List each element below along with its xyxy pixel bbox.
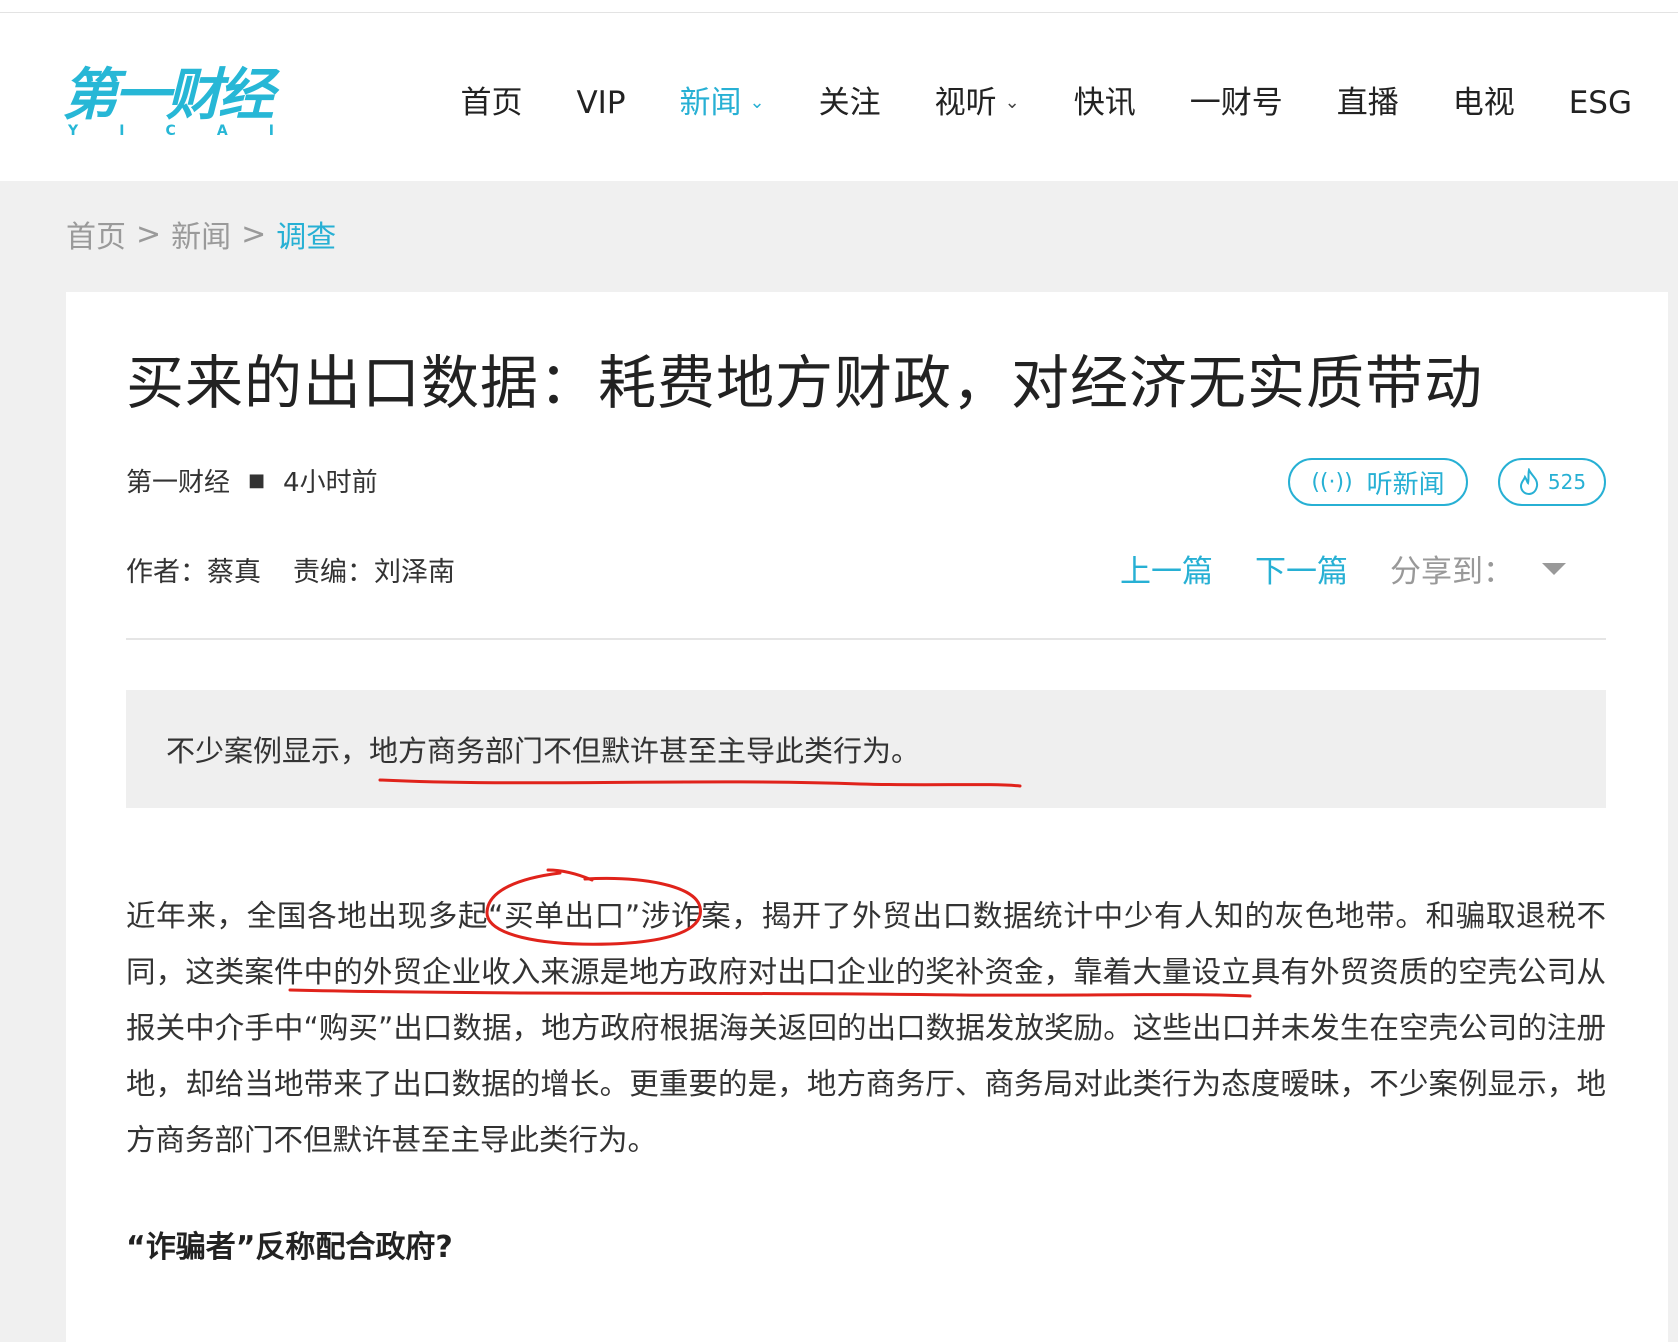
breadcrumb-home[interactable]: 首页 bbox=[66, 212, 126, 256]
article-title: 买来的出口数据：耗费地方财政，对经济无实质带动 bbox=[126, 349, 1484, 417]
article-summary: 不少案例显示，地方商务部门不但默许甚至主导此类行为。 bbox=[126, 690, 1606, 808]
nav-item-tv[interactable]: 电视 bbox=[1453, 73, 1515, 133]
article-time: 4小时前 bbox=[283, 468, 378, 498]
logo-letter: Y bbox=[68, 123, 79, 139]
breadcrumb-news[interactable]: 新闻 bbox=[171, 212, 231, 256]
prev-article-link[interactable]: 上一篇 bbox=[1120, 546, 1213, 591]
nav-label: 一财号 bbox=[1189, 85, 1283, 121]
chevron-down-icon: ⌄ bbox=[749, 92, 765, 113]
chevron-down-icon: ⌄ bbox=[1004, 92, 1020, 113]
meta-dot: ■ bbox=[248, 470, 266, 491]
top-border bbox=[0, 0, 1678, 13]
breadcrumb-separator: > bbox=[136, 216, 162, 252]
nav-label: VIP bbox=[576, 85, 626, 121]
article-body: 近年来，全国各地出现多起“买单出口”涉诈案，揭开了外贸出口数据统计中少有人知的灰… bbox=[126, 888, 1606, 1168]
article-editor: 责编：刘泽南 bbox=[293, 557, 455, 588]
nav-item-flash[interactable]: 快讯 bbox=[1074, 73, 1136, 133]
listen-news-button[interactable]: ((·)) 听新闻 bbox=[1288, 458, 1468, 506]
flame-icon bbox=[1519, 468, 1538, 496]
nav-label: 视听 bbox=[934, 85, 997, 121]
listen-label: 听新闻 bbox=[1366, 469, 1445, 500]
divider bbox=[126, 638, 1606, 640]
nav-item-follow[interactable]: 关注 bbox=[819, 73, 881, 133]
hot-count-badge[interactable]: 525 bbox=[1498, 458, 1606, 506]
logo-letter: I bbox=[119, 123, 125, 139]
breadcrumb: 首页 > 新闻 > 调查 bbox=[66, 212, 336, 256]
article-author: 作者：蔡真 bbox=[126, 557, 261, 588]
main-nav: 首页 VIP 新闻 ⌄ 关注 视听 ⌄ 快讯 一财号 直播 电视 ESG bbox=[406, 73, 1632, 133]
nav-item-yicaihao[interactable]: 一财号 bbox=[1190, 73, 1283, 133]
nav-label: 新闻 bbox=[679, 85, 742, 121]
nav-item-home[interactable]: 首页 bbox=[460, 73, 522, 133]
logo-subtext: Y I C A I bbox=[68, 123, 274, 139]
share-label: 分享到： bbox=[1390, 554, 1514, 590]
nav-label: ESG bbox=[1568, 85, 1632, 121]
nav-item-video[interactable]: 视听 ⌄ bbox=[935, 73, 1020, 133]
triangle-down-icon[interactable] bbox=[1542, 562, 1566, 575]
site-header: 第一财经 Y I C A I 首页 VIP 新闻 ⌄ 关注 视听 ⌄ 快讯 一财号 … bbox=[0, 13, 1678, 181]
hot-count: 525 bbox=[1547, 470, 1587, 494]
article-subheading: “诈骗者”反称配合政府? bbox=[126, 1230, 453, 1265]
summary-text: 不少案例显示，地方商务部门不但默许甚至主导此类行为。 bbox=[166, 734, 921, 768]
nav-label: 直播 bbox=[1336, 85, 1399, 121]
article-card: 买来的出口数据：耗费地方财政，对经济无实质带动 第一财经 ■ 4小时前 ((·)… bbox=[66, 292, 1668, 1342]
nav-label: 关注 bbox=[818, 85, 881, 121]
nav-label: 首页 bbox=[460, 85, 523, 121]
next-article-link[interactable]: 下一篇 bbox=[1255, 546, 1348, 591]
nav-item-news[interactable]: 新闻 ⌄ bbox=[680, 73, 765, 133]
breadcrumb-current[interactable]: 调查 bbox=[276, 212, 336, 256]
site-logo[interactable]: 第一财经 Y I C A I bbox=[62, 65, 277, 145]
breadcrumb-separator: > bbox=[241, 216, 267, 252]
logo-letter: A bbox=[216, 123, 228, 139]
logo-letter: C bbox=[165, 123, 176, 139]
nav-label: 快讯 bbox=[1073, 85, 1136, 121]
article-meta: 第一财经 ■ 4小时前 bbox=[126, 462, 378, 499]
nav-label: 电视 bbox=[1452, 85, 1515, 121]
body-paragraph: 近年来，全国各地出现多起“买单出口”涉诈案，揭开了外贸出口数据统计中少有人知的灰… bbox=[126, 899, 1606, 1157]
article-source: 第一财经 bbox=[126, 468, 231, 498]
nav-item-esg[interactable]: ESG bbox=[1569, 73, 1632, 133]
nav-item-live[interactable]: 直播 bbox=[1337, 73, 1399, 133]
nav-item-vip[interactable]: VIP bbox=[576, 73, 625, 133]
logo-letter: I bbox=[268, 123, 274, 139]
logo-wordmark: 第一财经 bbox=[62, 63, 274, 128]
sound-wave-icon: ((·)) bbox=[1311, 469, 1353, 495]
article-navigation: 上一篇 下一篇 分享到： bbox=[1120, 546, 1566, 591]
article-credits: 作者：蔡真 责编：刘泽南 bbox=[126, 550, 455, 589]
